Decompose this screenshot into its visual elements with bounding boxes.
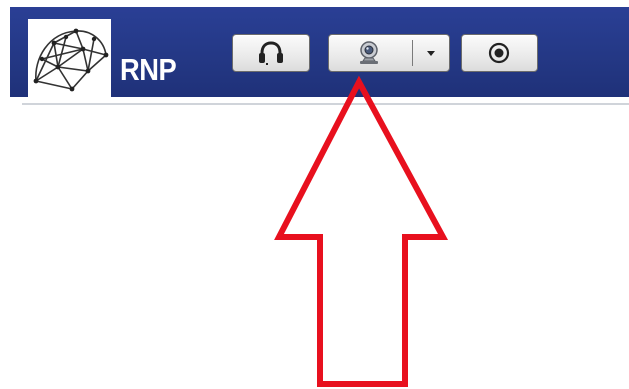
red-up-arrow-annotation bbox=[274, 75, 449, 387]
page: RNP bbox=[0, 0, 629, 389]
